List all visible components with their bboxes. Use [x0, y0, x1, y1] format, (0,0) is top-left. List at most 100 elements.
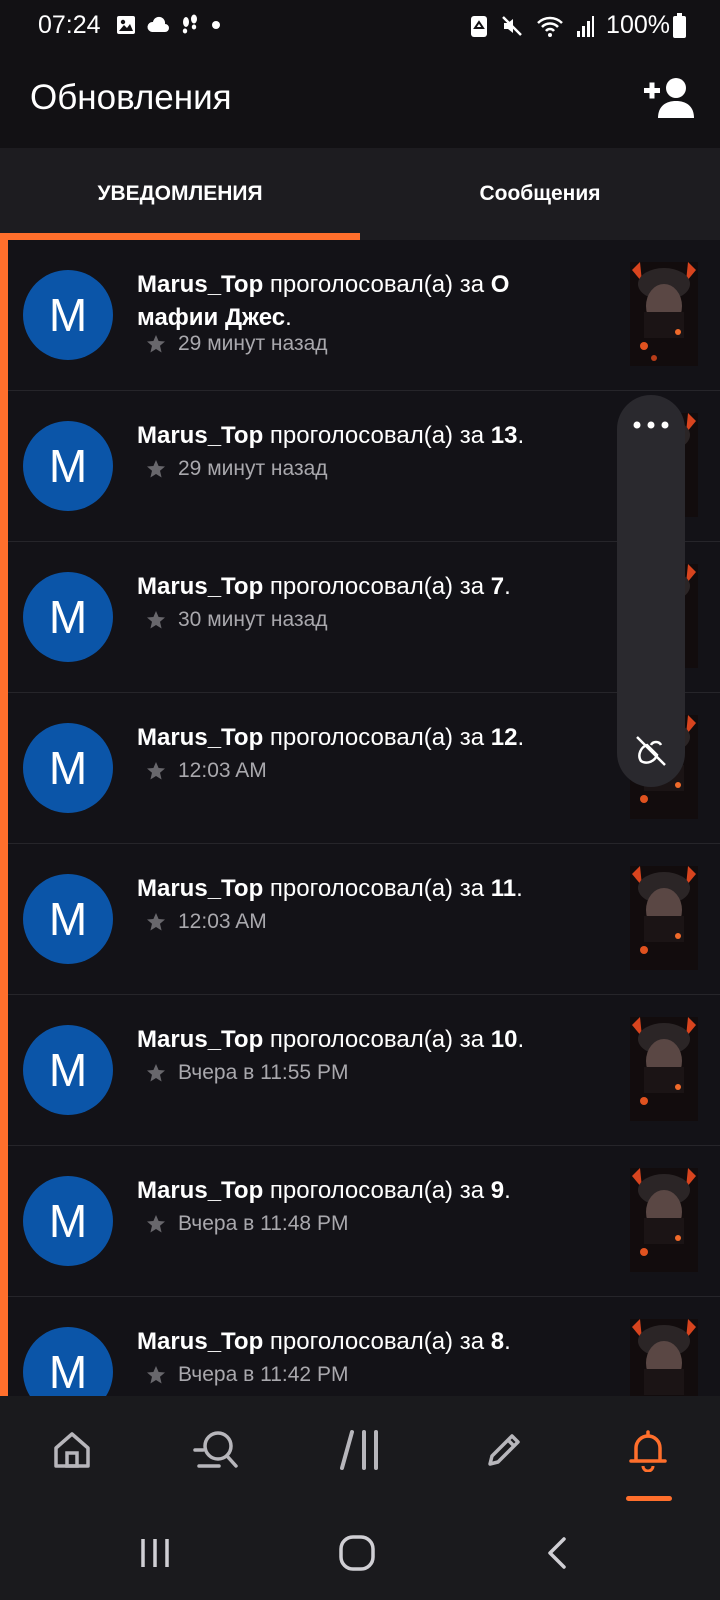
notification-time: 29 минут назад [178, 332, 328, 355]
notification-end: . [285, 304, 292, 331]
active-nav-indicator [626, 1496, 672, 1501]
recents-button[interactable] [130, 1528, 180, 1578]
notification-end: . [517, 422, 525, 449]
notification-end: . [504, 1177, 511, 1204]
notification-item[interactable]: M Marus_Top проголосовал(а) за 11. 12:03… [8, 844, 720, 995]
notification-time: 12:03 AM [178, 910, 267, 933]
add-user-icon [644, 78, 694, 118]
nav-search-button[interactable] [186, 1422, 246, 1478]
notification-end: . [504, 573, 511, 600]
notification-time: 30 минут назад [178, 608, 328, 631]
notification-text: Marus_Top проголосовал(а) за 9. [137, 1174, 597, 1207]
notification-action: проголосовал(а) за [263, 1328, 491, 1355]
notification-user: Marus_Top [137, 1177, 264, 1204]
notification-end: . [517, 1026, 525, 1053]
notification-item[interactable]: M Marus_Top проголосовал(а) за 10. Вчера… [8, 995, 720, 1146]
notification-time: Вчера в 11:48 PM [178, 1212, 349, 1235]
notification-action: проголосовал(а) за [263, 573, 491, 600]
more-dots-icon [633, 421, 669, 429]
notification-time: Вчера в 11:55 PM [178, 1061, 349, 1084]
story-cover-thumbnail[interactable] [630, 262, 698, 366]
image-icon [117, 16, 135, 34]
avatar[interactable]: M [23, 270, 113, 360]
notification-target: 12 [490, 724, 518, 751]
more-options-button[interactable] [631, 417, 671, 433]
cloud-icon [147, 16, 169, 32]
bell-icon [629, 1430, 667, 1472]
notification-text: Marus_Top проголосовал(а) за 10. [137, 1023, 597, 1056]
notification-target: 8 [490, 1328, 505, 1355]
notification-action: проголосовал(а) за [263, 724, 491, 751]
notification-time: Вчера в 11:42 PM [178, 1363, 349, 1386]
notification-end: . [517, 724, 525, 751]
home-circle-icon [339, 1535, 375, 1571]
add-user-button[interactable] [642, 76, 694, 120]
avatar[interactable]: M [23, 1025, 113, 1115]
active-tab-indicator [0, 233, 360, 240]
footsteps-icon [182, 14, 197, 34]
notification-meta: Вчера в 11:42 PM [146, 1363, 348, 1387]
avatar[interactable]: M [23, 1176, 113, 1266]
notification-meta: 12:03 AM [146, 910, 267, 934]
notification-end: . [504, 1328, 511, 1355]
floating-side-panel[interactable] [617, 395, 685, 787]
star-icon [147, 335, 165, 353]
tab-notifications[interactable]: УВЕДОМЛЕНИЯ [0, 148, 360, 240]
notification-target: 13 [490, 422, 518, 449]
notification-item[interactable]: M Marus_Top проголосовал(а) за 13. 29 ми… [8, 391, 720, 542]
notification-item[interactable]: M Marus_Top проголосовал(а) за 12. 12:03… [8, 693, 720, 844]
system-home-button[interactable] [332, 1528, 382, 1578]
notification-item[interactable]: M Marus_Top проголосовал(а) за 8. Вчера … [8, 1297, 720, 1396]
mute-pin-button[interactable] [633, 733, 669, 769]
star-icon [147, 1215, 165, 1233]
notification-meta: Вчера в 11:55 PM [146, 1061, 348, 1085]
back-button[interactable] [532, 1528, 582, 1578]
library-icon [340, 1430, 378, 1470]
nav-write-button[interactable] [474, 1422, 534, 1478]
notification-list[interactable]: M Marus_Top проголосовал(а) за О мафии Д… [0, 240, 720, 1396]
notification-item[interactable]: M Marus_Top проголосовал(а) за 9. Вчера … [8, 1146, 720, 1297]
star-icon [147, 1064, 165, 1082]
notification-item[interactable]: M Marus_Top проголосовал(а) за 7. 30 мин… [8, 542, 720, 693]
avatar[interactable]: M [23, 874, 113, 964]
search-icon [193, 1431, 238, 1468]
notification-action: проголосовал(а) за [263, 1026, 491, 1053]
status-time: 07:24 [38, 11, 101, 39]
list-accent-bar [0, 240, 8, 1396]
notification-meta: 30 минут назад [146, 608, 328, 632]
status-right-icons: 100% [470, 11, 670, 40]
avatar[interactable]: M [23, 572, 113, 662]
nav-library-button[interactable] [330, 1422, 390, 1478]
notification-time: 29 минут назад [178, 457, 328, 480]
mute-icon [502, 15, 522, 36]
page-title: Обновления [30, 78, 232, 117]
story-cover-thumbnail[interactable] [630, 866, 698, 970]
story-cover-thumbnail[interactable] [630, 1017, 698, 1121]
notification-user: Marus_Top [137, 271, 264, 298]
notification-text: Marus_Top проголосовал(а) за 11. [137, 872, 597, 905]
notification-user: Marus_Top [137, 573, 264, 600]
battery-icon [673, 13, 686, 38]
avatar[interactable]: M [23, 421, 113, 511]
avatar[interactable]: M [23, 723, 113, 813]
notification-user: Marus_Top [137, 422, 264, 449]
notification-meta: Вчера в 11:48 PM [146, 1212, 348, 1236]
story-cover-thumbnail[interactable] [630, 1319, 698, 1396]
notification-item[interactable]: M Marus_Top проголосовал(а) за О мафии Д… [8, 240, 720, 391]
nav-notifications-button[interactable] [618, 1422, 678, 1478]
star-icon [147, 913, 165, 931]
notification-text: Marus_Top проголосовал(а) за 7. [137, 570, 597, 603]
notification-target: 9 [490, 1177, 505, 1204]
tab-messages[interactable]: Сообщения [360, 148, 720, 240]
notification-text: Marus_Top проголосовал(а) за О мафии Дже… [137, 268, 597, 334]
avatar[interactable]: M [23, 1327, 113, 1396]
wifi-icon [537, 16, 563, 37]
story-cover-thumbnail[interactable] [630, 1168, 698, 1272]
nav-home-button[interactable] [42, 1422, 102, 1478]
notification-text: Marus_Top проголосовал(а) за 13. [137, 419, 597, 452]
mute-pin-icon [636, 736, 666, 766]
signal-icon [577, 15, 595, 37]
star-icon [147, 611, 165, 629]
home-icon [54, 1432, 90, 1468]
status-bar: 07:24 100% [0, 0, 720, 52]
